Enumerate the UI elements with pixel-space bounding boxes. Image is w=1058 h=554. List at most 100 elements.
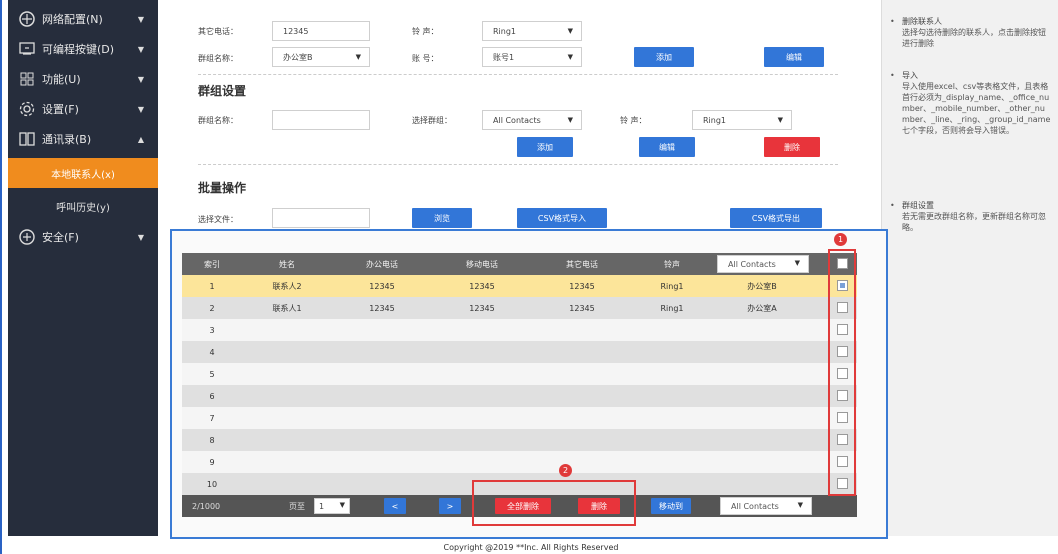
choose-file-label: 选择文件： — [198, 215, 238, 224]
office-phone-label: 其它电话： — [198, 27, 238, 36]
cell-ring: Ring1 — [660, 281, 684, 291]
cell-name — [242, 319, 332, 341]
cell-ring — [632, 407, 712, 429]
cell-name — [242, 451, 332, 473]
cell-index: 4 — [209, 347, 215, 357]
annotation-box-checkboxes — [828, 249, 856, 496]
cell-name: 联系人1 — [272, 303, 302, 313]
edit-group-button[interactable]: 编辑 — [639, 137, 695, 157]
cell-ring — [632, 451, 712, 473]
annotation-box-delete — [472, 480, 636, 526]
cell-other — [532, 451, 632, 473]
cell-other — [532, 429, 632, 451]
move-to-button[interactable]: 移动到 — [651, 498, 691, 514]
delete-group-button[interactable]: 删除 — [764, 137, 820, 157]
nav-network[interactable]: 网络配置(N) ▼ — [8, 4, 158, 34]
cell-mobile — [432, 385, 532, 407]
cell-mobile — [432, 341, 532, 363]
group-name-label: 群组名称： — [198, 54, 238, 63]
file-path-input[interactable] — [272, 208, 370, 228]
cell-index: 6 — [209, 391, 215, 401]
cell-group: 办公室B — [747, 281, 777, 291]
cell-ring — [632, 429, 712, 451]
cell-office — [332, 385, 432, 407]
nav-local-contacts[interactable]: 本地联系人(x) — [8, 158, 158, 188]
table-row[interactable]: 5 — [182, 363, 857, 385]
table-row[interactable]: 9 — [182, 451, 857, 473]
group-ring-label: 铃 声： — [620, 116, 647, 125]
chevron-down-icon: ▼ — [339, 501, 345, 509]
nav-contacts-label: 通讯录(B) — [42, 133, 92, 146]
add-contact-button[interactable]: 添加 — [634, 47, 694, 67]
chevron-down-icon: ▼ — [137, 104, 144, 114]
group-filter-value: All Contacts — [728, 259, 776, 269]
csv-import-button[interactable]: CSV格式导入 — [517, 208, 607, 228]
nav-programmable-keys[interactable]: 可编程按键(D) ▼ — [8, 34, 158, 64]
ring-label: 铃 声： — [412, 27, 439, 36]
account-select[interactable]: 账号1 ▼ — [482, 47, 582, 67]
nav-call-history-label: 呼叫历史(y) — [56, 202, 110, 214]
cell-name — [242, 385, 332, 407]
table-row[interactable]: 7 — [182, 407, 857, 429]
cell-other: 12345 — [569, 303, 595, 313]
chevron-down-icon: ▼ — [567, 116, 573, 124]
cell-ring — [632, 341, 712, 363]
cell-office — [332, 407, 432, 429]
help-panel: • 删除联系人 选择勾选待删除的联系人，点击删除按钮进行删除 • 导入 导入使用… — [881, 0, 1058, 536]
group-ring-select[interactable]: Ring1 ▼ — [692, 110, 792, 130]
group-filter-select[interactable]: All Contacts ▼ — [717, 255, 809, 273]
cell-group — [712, 385, 812, 407]
group-name-select[interactable]: 办公室B ▼ — [272, 47, 370, 67]
page-select[interactable]: 1 ▼ — [314, 498, 350, 514]
table-row[interactable]: 4 — [182, 341, 857, 363]
chevron-down-icon: ▼ — [567, 53, 573, 61]
chevron-down-icon: ▼ — [137, 232, 144, 242]
help-item-group: • 群组设置 若无需更改群组名称，更新群组名称可忽略。 — [890, 200, 1052, 233]
cell-other — [532, 319, 632, 341]
table-row[interactable]: 8 — [182, 429, 857, 451]
group-settings-title: 群组设置 — [198, 84, 247, 98]
cell-index: 9 — [209, 457, 215, 467]
group-name-select-value: 办公室B — [283, 52, 313, 62]
ring-select[interactable]: Ring1 ▼ — [482, 21, 582, 41]
nav-local-contacts-label: 本地联系人(x) — [51, 169, 115, 181]
group-name-label-2: 群组名称： — [198, 116, 238, 125]
office-phone-input[interactable]: 12345 — [272, 21, 370, 41]
account-select-value: 账号1 — [493, 52, 515, 62]
chevron-up-icon: ▲ — [137, 134, 144, 144]
help-text: 若无需更改群组名称，更新群组名称可忽略。 — [902, 212, 1046, 232]
nav-features[interactable]: 功能(U) ▼ — [8, 64, 158, 94]
nav-settings[interactable]: 设置(F) ▼ — [8, 94, 158, 124]
edit-contact-button[interactable]: 编辑 — [764, 47, 824, 67]
table-row[interactable]: 2 联系人1 12345 12345 12345 Ring1 办公室A — [182, 297, 857, 319]
cell-office — [332, 429, 432, 451]
cell-group — [712, 363, 812, 385]
nav-call-history[interactable]: 呼叫历史(y) — [8, 191, 158, 221]
next-page-button[interactable]: > — [439, 498, 461, 514]
cell-group — [712, 341, 812, 363]
bullet: • — [890, 201, 895, 210]
cell-group: 办公室A — [747, 303, 777, 313]
group-name-input[interactable] — [272, 110, 370, 130]
browse-button[interactable]: 浏览 — [412, 208, 472, 228]
header-office: 办公电话 — [366, 259, 398, 269]
cell-office — [332, 451, 432, 473]
table-row[interactable]: 1 联系人2 12345 12345 12345 Ring1 办公室B — [182, 275, 857, 297]
table-row[interactable]: 6 — [182, 385, 857, 407]
chevron-down-icon: ▼ — [567, 27, 573, 35]
cell-index: 7 — [209, 413, 215, 423]
cell-other — [532, 385, 632, 407]
move-target-select[interactable]: All Contacts ▼ — [720, 497, 812, 515]
add-group-button[interactable]: 添加 — [517, 137, 573, 157]
record-count: 2/1000 — [192, 501, 221, 511]
select-group-dropdown[interactable]: All Contacts ▼ — [482, 110, 582, 130]
cell-ring — [632, 363, 712, 385]
header-ring: 铃声 — [664, 259, 680, 269]
nav-security[interactable]: 安全(F) ▼ — [8, 222, 158, 252]
grid-icon — [18, 70, 36, 88]
prev-page-button[interactable]: < — [384, 498, 406, 514]
table-row[interactable]: 3 — [182, 319, 857, 341]
csv-export-button[interactable]: CSV格式导出 — [730, 208, 822, 228]
header-index: 索引 — [204, 259, 220, 269]
nav-contacts[interactable]: 通讯录(B) ▲ — [8, 124, 158, 154]
